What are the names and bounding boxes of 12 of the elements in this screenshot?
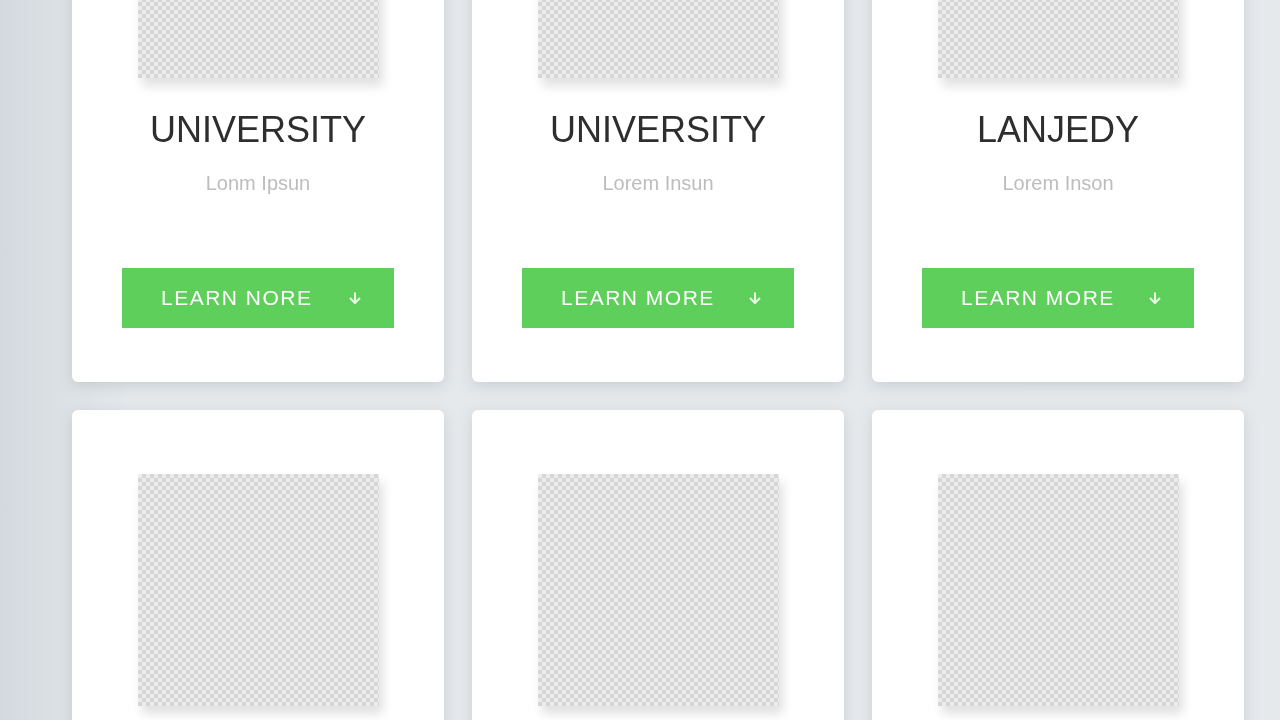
down-arrow-icon — [1149, 292, 1161, 304]
learn-more-button[interactable]: LEARN NORE — [122, 268, 394, 328]
down-arrow-icon — [749, 292, 761, 304]
card-subtitle: Lonm Ipsun — [205, 171, 311, 195]
card-title: UNIVERSITY — [149, 108, 366, 151]
card-title: UNIVERSITY — [549, 108, 766, 151]
learn-more-button[interactable]: LEARN MORE — [922, 268, 1194, 328]
card-subtitle: Lorem Insun — [602, 171, 714, 195]
card-title: LANJEDY — [976, 108, 1140, 151]
learn-more-button[interactable]: LEARN MORE — [522, 268, 794, 328]
down-arrow-icon — [349, 292, 361, 304]
card-subtitle: Lorem Inson — [1002, 171, 1114, 195]
